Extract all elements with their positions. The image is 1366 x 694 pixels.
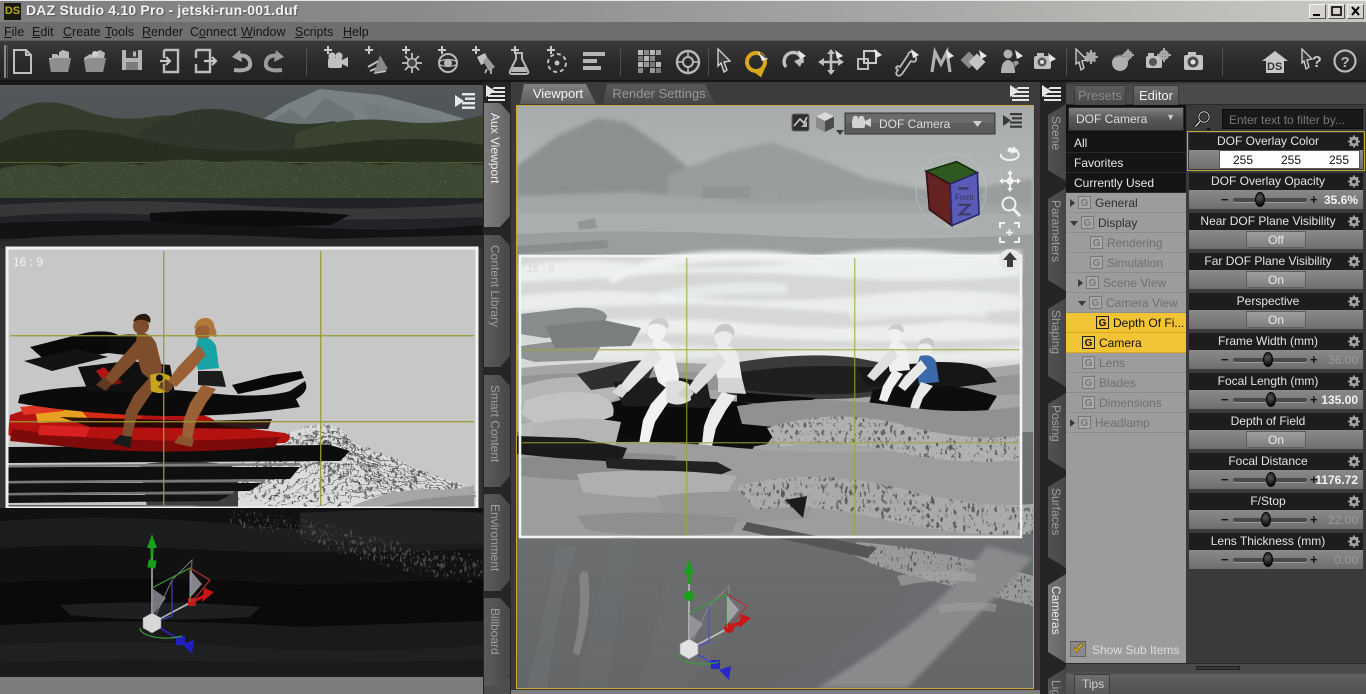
svg-text:DS: DS (1267, 61, 1282, 73)
svg-text:16 : 9: 16 : 9 (527, 263, 555, 275)
svg-text:16 : 9: 16 : 9 (13, 255, 43, 269)
svg-text:DOF Camera: DOF Camera (879, 117, 951, 131)
svg-text:?: ? (1312, 54, 1322, 71)
svg-text:Front: Front (955, 193, 974, 202)
svg-text:?: ? (1341, 54, 1350, 71)
